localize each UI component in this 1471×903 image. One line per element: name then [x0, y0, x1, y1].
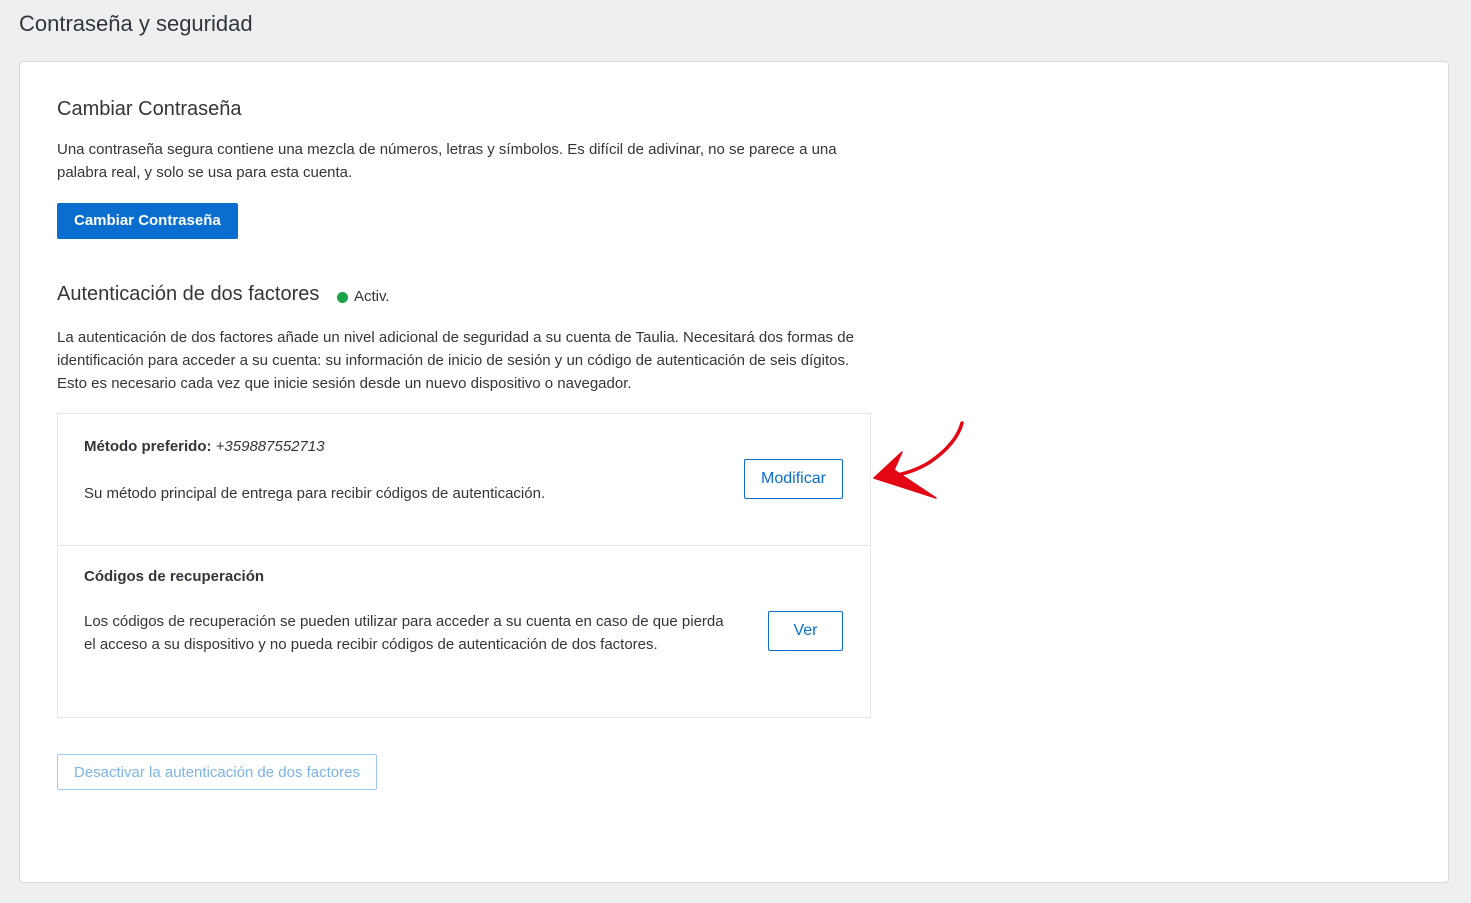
change-password-button[interactable]: Cambiar Contraseña [57, 203, 238, 239]
security-card: Cambiar Contraseña Una contraseña segura… [19, 61, 1449, 883]
preferred-method-phone: +359887552713 [215, 438, 325, 455]
disable-two-factor-button[interactable]: Desactivar la autenticación de dos facto… [57, 754, 377, 790]
two-factor-description: La autenticación de dos factores añade u… [57, 329, 854, 392]
two-factor-status-badge: Activ. [337, 287, 390, 307]
two-factor-methods-panel: Método preferido: +359887552713 Su métod… [57, 413, 871, 718]
status-active-dot-icon [337, 291, 348, 303]
modify-method-button[interactable]: Modificar [744, 459, 843, 499]
preferred-method-label: Método preferido: [84, 438, 212, 455]
preferred-method-description: Su método principal de entrega para reci… [84, 485, 546, 502]
status-label: Activ. [354, 288, 390, 305]
two-factor-title: Autenticación de dos factores [57, 283, 320, 305]
change-password-title: Cambiar Contraseña [57, 98, 242, 120]
change-password-description: Una contraseña segura contiene una mezcl… [57, 141, 837, 181]
page-title: Contraseña y seguridad [19, 11, 253, 36]
view-recovery-codes-button[interactable]: Ver [768, 611, 843, 651]
recovery-codes-title: Códigos de recuperación [84, 566, 264, 588]
recovery-codes-row: Códigos de recuperación Los códigos de r… [58, 545, 870, 718]
recovery-codes-label: Códigos de recuperación [84, 568, 265, 585]
preferred-method-row: Método preferido: +359887552713 Su métod… [58, 414, 870, 546]
red-arrow-icon [873, 421, 964, 499]
preferred-method-title: Método preferido: +359887552713 [84, 436, 325, 458]
recovery-codes-description: Los códigos de recuperación se pueden ut… [84, 613, 724, 653]
